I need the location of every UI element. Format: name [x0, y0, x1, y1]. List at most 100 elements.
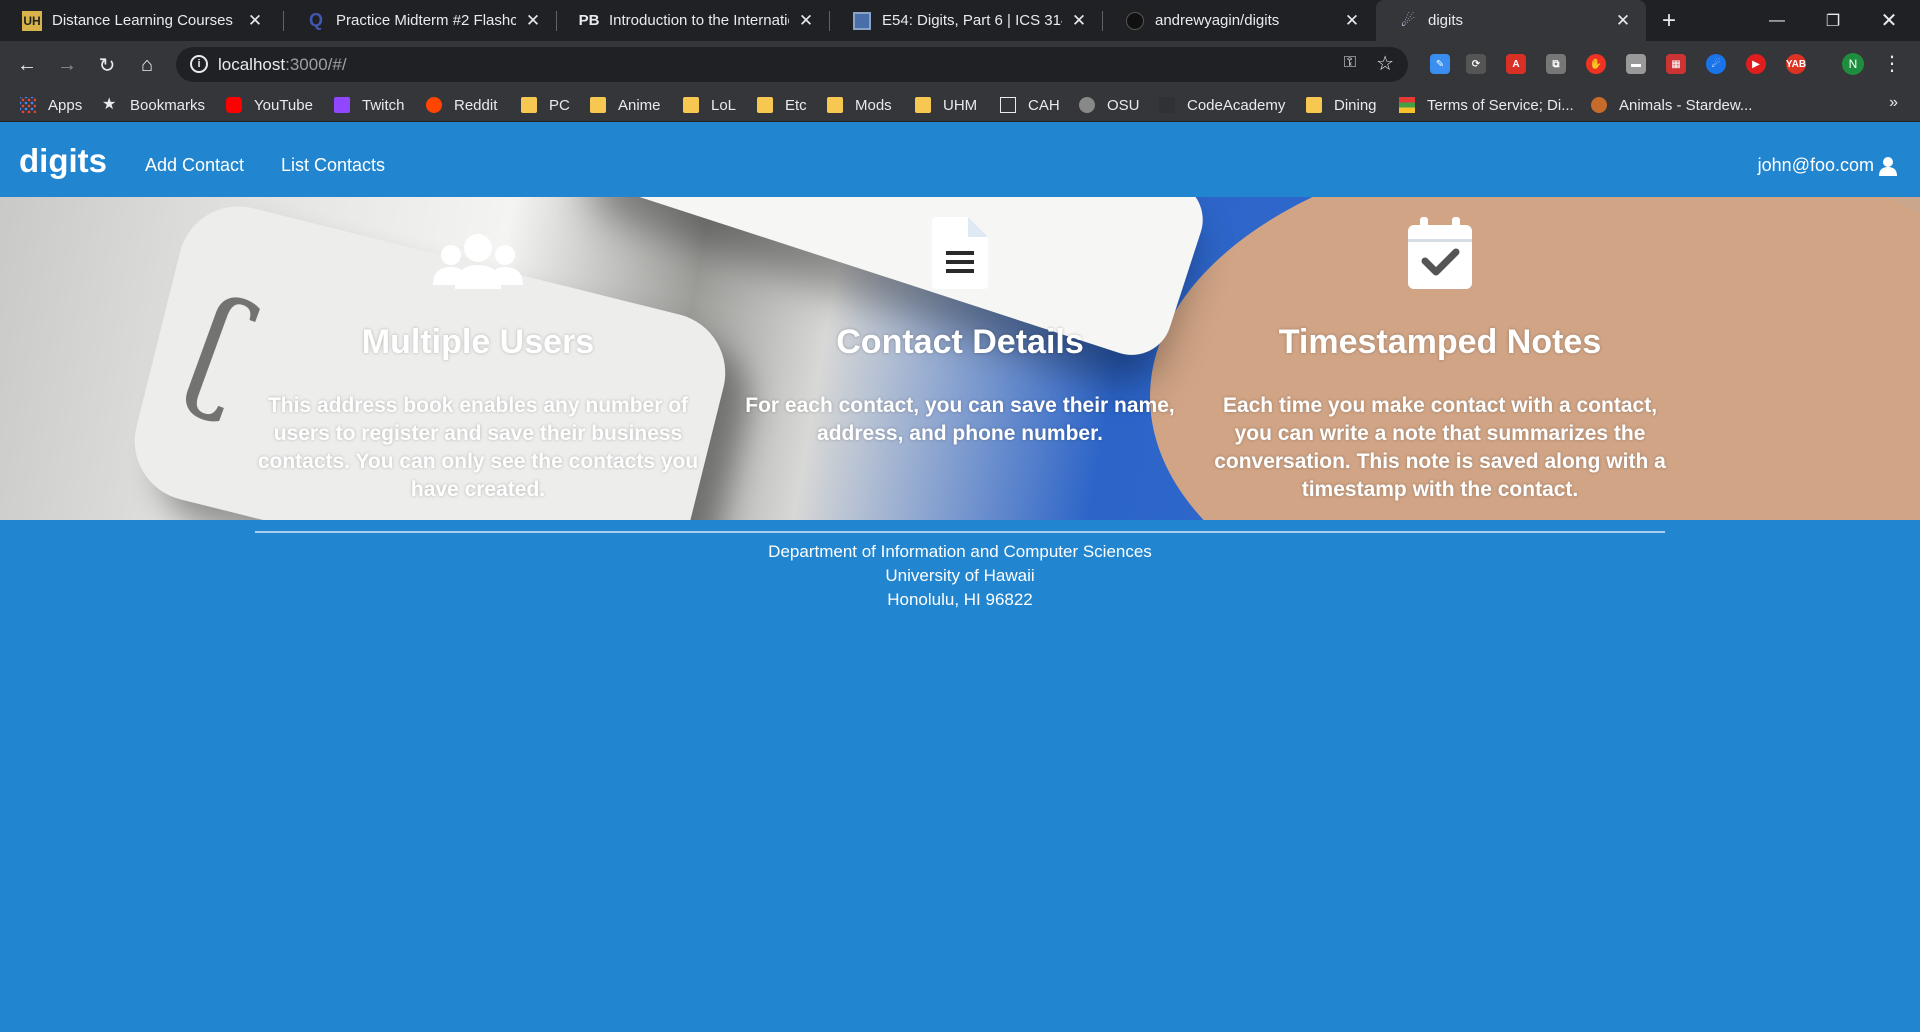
file-text-icon	[932, 217, 988, 289]
apps-grid-icon	[20, 97, 36, 113]
calendar-check-icon	[1408, 217, 1472, 289]
new-tab-button[interactable]: +	[1654, 6, 1684, 36]
page-content: digits Add Contact List Contacts john@fo…	[0, 122, 1920, 1032]
nav-list-contacts[interactable]: List Contacts	[281, 155, 385, 176]
browser-tab-active[interactable]: ☄ digits ✕	[1376, 0, 1646, 41]
close-tab-icon[interactable]: ✕	[1068, 10, 1090, 32]
extension-sync-icon[interactable]: ⟳	[1466, 54, 1486, 74]
close-tab-icon[interactable]: ✕	[1612, 10, 1634, 32]
restore-button[interactable]: ❐	[1805, 0, 1861, 41]
more-bookmarks-icon[interactable]: »	[1889, 94, 1898, 112]
extension-chat-icon[interactable]: ▬	[1626, 54, 1646, 74]
extension-pen-icon[interactable]: ✎	[1430, 54, 1450, 74]
feature-text: For each contact, you can save their nam…	[745, 394, 1175, 445]
reddit-icon	[426, 97, 442, 113]
browser-tab-strip: UH Distance Learning Courses ✕ Q Practic…	[0, 0, 1920, 41]
tab-title: Introduction to the International	[609, 12, 789, 29]
bookmark-folder[interactable]: LoL	[683, 88, 736, 122]
footer-university: University of Hawaii	[885, 566, 1035, 585]
bookmark-item[interactable]: OSU	[1079, 88, 1140, 122]
folder-icon	[757, 97, 773, 113]
back-button[interactable]: ←	[12, 50, 42, 80]
uh-logo-icon: UH	[22, 10, 42, 31]
close-tab-icon[interactable]: ✕	[795, 10, 817, 32]
bookmark-label: UHM	[943, 96, 978, 114]
user-menu[interactable]: john@foo.com	[1758, 155, 1898, 176]
folder-icon	[683, 97, 699, 113]
user-email: john@foo.com	[1757, 155, 1874, 175]
bookmark-label: Bookmarks	[130, 96, 206, 114]
feature-text: Each time you make contact with a contac…	[1214, 394, 1666, 501]
minimize-button[interactable]: —	[1749, 0, 1805, 41]
bookmark-label: Reddit	[454, 96, 498, 114]
folder-icon	[521, 97, 537, 113]
extension-yab-icon[interactable]: YAB	[1786, 54, 1806, 74]
reload-button[interactable]: ↻	[92, 50, 122, 80]
footer-divider	[255, 531, 1665, 533]
folder-icon	[827, 97, 843, 113]
bookmark-label: Twitch	[362, 96, 405, 114]
bookmark-item[interactable]: CAH	[1000, 88, 1060, 122]
bookmark-folder[interactable]: PC	[521, 88, 570, 122]
key-icon[interactable]: ⚿	[1344, 54, 1356, 72]
profile-avatar[interactable]: N	[1842, 53, 1864, 75]
feature-title: Contact Details	[836, 323, 1084, 361]
home-button[interactable]: ⌂	[132, 50, 162, 80]
bookmark-item[interactable]: YouTube	[226, 88, 313, 122]
close-tab-icon[interactable]: ✕	[522, 10, 544, 32]
bookmark-label: Dining	[1334, 96, 1377, 114]
extension-hand-icon[interactable]: ✋	[1586, 54, 1606, 74]
bookmark-label: YouTube	[254, 96, 313, 114]
meteor-icon: ☄	[1400, 12, 1416, 30]
bookmark-label: PC	[549, 96, 570, 114]
feature-multiple-users: Multiple Users This address book enables…	[248, 197, 708, 504]
bookmark-item[interactable]: ★ Bookmarks	[102, 88, 205, 122]
close-tab-icon[interactable]: ✕	[1341, 10, 1363, 32]
app-navbar: digits Add Contact List Contacts john@fo…	[0, 122, 1920, 197]
github-icon	[1125, 11, 1145, 31]
browser-tab[interactable]: E54: Digits, Part 6 | ICS 314, S ✕	[830, 0, 1102, 41]
feature-title: Timestamped Notes	[1278, 323, 1602, 361]
close-tab-icon[interactable]: ✕	[244, 10, 266, 32]
youtube-icon	[226, 97, 242, 113]
feature-title: Multiple Users	[361, 323, 595, 361]
bookmark-item[interactable]: Animals - Stardew...	[1591, 88, 1752, 122]
bookmark-item[interactable]: Apps	[20, 88, 82, 122]
browser-tab[interactable]: Q Practice Midterm #2 Flashcards ✕	[284, 0, 556, 41]
extension-grid-icon[interactable]: ▦	[1666, 54, 1686, 74]
brand-logo[interactable]: digits	[19, 142, 107, 180]
info-icon[interactable]: i	[190, 55, 208, 73]
browser-toolbar: ← → ↻ ⌂ i localhost:3000/#/ ⚿ ☆ ✎ ⟳ A ⧉ …	[0, 41, 1920, 88]
bookmark-item[interactable]: CodeAcademy	[1159, 88, 1285, 122]
bookmark-folder[interactable]: Dining	[1306, 88, 1377, 122]
browser-tab[interactable]: UH Distance Learning Courses ✕	[0, 0, 278, 41]
extension-copy-icon[interactable]: ⧉	[1546, 54, 1566, 74]
address-bar[interactable]: i localhost:3000/#/ ⚿ ☆	[176, 47, 1408, 82]
bookmark-item[interactable]: Reddit	[426, 88, 497, 122]
bookmark-star-icon[interactable]: ☆	[1376, 51, 1394, 76]
bookmark-folder[interactable]: Etc	[757, 88, 807, 122]
url-path: :3000/#/	[285, 55, 347, 74]
bookmark-folder[interactable]: UHM	[915, 88, 977, 122]
menu-kebab-icon[interactable]: ⋮	[1882, 51, 1902, 76]
tab-title: digits	[1428, 12, 1464, 29]
forward-button[interactable]: →	[52, 50, 82, 80]
bookmark-folder[interactable]: Anime	[590, 88, 661, 122]
bookmark-label: OSU	[1107, 96, 1140, 114]
browser-tab[interactable]: PB Introduction to the International ✕	[557, 0, 829, 41]
tab-title: Distance Learning Courses	[52, 12, 233, 29]
bookmark-folder[interactable]: Mods	[827, 88, 892, 122]
url-host: localhost	[218, 55, 286, 74]
bookmark-item[interactable]: Twitch	[334, 88, 405, 122]
pb-icon: PB	[578, 12, 600, 29]
nav-add-contact[interactable]: Add Contact	[145, 155, 244, 176]
extension-play-icon[interactable]: ▶	[1746, 54, 1766, 74]
extension-meteor-icon[interactable]: ☄	[1706, 54, 1726, 74]
close-window-button[interactable]: ✕	[1861, 0, 1917, 41]
users-icon	[433, 234, 523, 289]
url-text[interactable]: localhost:3000/#/	[218, 55, 347, 75]
browser-tab[interactable]: andrewyagin/digits ✕	[1103, 0, 1375, 41]
extension-pdf-icon[interactable]: A	[1506, 54, 1526, 74]
bookmark-item[interactable]: Terms of Service; Di...	[1399, 88, 1574, 122]
bookmark-label: Mods	[855, 96, 892, 114]
